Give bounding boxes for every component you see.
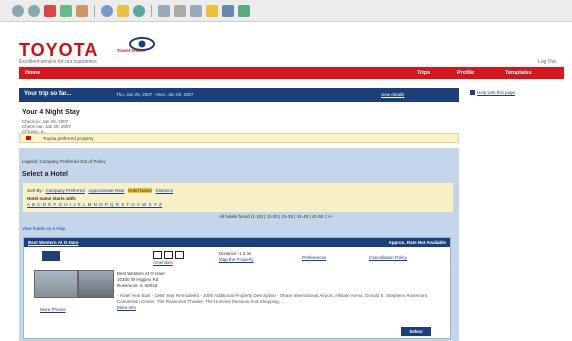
nav-profile[interactable]: Profile [457, 70, 474, 76]
home-icon[interactable] [76, 4, 88, 17]
preferences-link[interactable]: Preferences [302, 255, 326, 260]
refresh-icon[interactable] [60, 4, 72, 17]
amenity-icon [175, 251, 184, 259]
stop-icon[interactable] [44, 4, 56, 17]
map-property-link[interactable]: Map the Property [219, 257, 254, 262]
tagline: Excellent service for our customers [19, 59, 97, 65]
search-icon[interactable] [101, 4, 113, 17]
sort-box: Sort By: Company Preferred Approximate R… [23, 183, 453, 212]
travel-vision-label: Travel Vision [117, 48, 145, 53]
results-pagination[interactable]: All hotels found (1-10) | 11-20 | 21-30 … [219, 214, 332, 219]
back-icon[interactable] [12, 4, 24, 17]
browser-toolbar [0, 0, 572, 22]
print-icon[interactable] [174, 4, 186, 17]
main-content: Your trip so far... Thu, Jan 25, 2007 - … [19, 88, 459, 341]
hotel-result: Best Western At O Hare Approx. Rate Not … [23, 237, 451, 339]
view-details-button[interactable]: view details [381, 92, 404, 97]
preferred-icon [26, 136, 31, 140]
hotel-description: - Hotel Year Built - 1965 Year Remodeled… [117, 293, 427, 310]
sort-name-selected[interactable]: Hotel Name [128, 188, 152, 193]
hotel-address: Best Western At O Hare 10300 W Higgins R… [117, 271, 165, 288]
amenity-icon [164, 251, 173, 259]
stay-heading: Your 4 Night Stay [22, 109, 80, 116]
history-icon[interactable] [133, 4, 145, 17]
legend: Legend: Company Preferred Out of Policy [22, 159, 106, 164]
messenger-icon[interactable] [222, 4, 234, 17]
select-hotel-heading: Select a Hotel [22, 171, 68, 178]
nav-trips[interactable]: Trips [417, 70, 430, 76]
mail-icon[interactable] [158, 4, 170, 17]
help-link[interactable]: Help with this page [470, 90, 515, 96]
more-info-link[interactable]: More Info [117, 305, 136, 310]
nav-templates[interactable]: Templates [505, 70, 532, 76]
sort-distance-link[interactable]: Distance [156, 188, 174, 193]
more-photos-link[interactable]: More Photos [40, 307, 66, 312]
brand-logo [42, 251, 60, 261]
forward-icon[interactable] [28, 4, 40, 17]
distance: Distance: 1.3 mi [219, 251, 252, 256]
hotel-photo[interactable] [34, 270, 78, 298]
hotel-search-panel: Legend: Company Preferred Out of Policy … [19, 148, 459, 341]
trip-title: Your trip so far... [24, 91, 72, 97]
cancellation-policy-link[interactable]: Cancellation Policy [369, 255, 407, 260]
hotel-name-link[interactable]: Best Western At O Hare [28, 240, 79, 245]
select-button[interactable]: Select [401, 327, 431, 336]
folder-icon[interactable] [206, 4, 218, 17]
trip-dates: Thu, Jan 25, 2007 - Mon, Jan 29, 2007 [116, 92, 194, 97]
availability-status: Approx. Rate Not Available [388, 240, 446, 245]
edit-icon[interactable] [190, 4, 202, 17]
hotel-header: Best Western At O Hare Approx. Rate Not … [24, 238, 450, 247]
sort-company-link[interactable]: Company Preferred [46, 188, 85, 193]
amenities[interactable]: Amenities [153, 251, 186, 265]
hotel-photo-2[interactable] [78, 270, 114, 298]
trip-summary-bar: Your trip so far... Thu, Jan 25, 2007 - … [19, 88, 459, 102]
map-link[interactable]: View hotels on a map [22, 226, 65, 231]
logout-link[interactable]: Log Out [538, 59, 556, 65]
sort-label: Sort By: Company Preferred Approximate R… [27, 188, 174, 193]
sort-rate-link[interactable]: Approximate Rate [88, 188, 124, 193]
favorites-icon[interactable] [117, 4, 129, 17]
help-icon [470, 90, 475, 96]
nav-home[interactable]: Home [25, 70, 40, 76]
preferred-notice: Toyota preferred property [19, 133, 459, 143]
amenity-icon [153, 251, 162, 259]
main-nav: Home Trips Profile Templates [19, 67, 564, 79]
starts-with-label: Hotel name starts with: [27, 196, 77, 201]
research-icon[interactable] [238, 4, 250, 17]
toyota-logo: TOYOTA [19, 40, 99, 60]
alphabet-links[interactable]: A B C D E F G H I J K L M N O P Q R S T … [27, 202, 162, 207]
